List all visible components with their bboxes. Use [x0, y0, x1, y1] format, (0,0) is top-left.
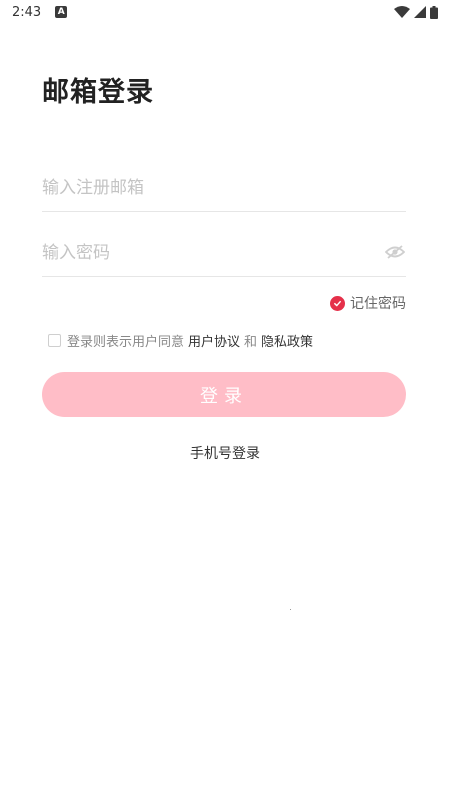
login-button[interactable]: 登录: [42, 372, 406, 417]
password-field-row: [42, 229, 406, 277]
phone-login-link[interactable]: 手机号登录: [190, 446, 260, 462]
signal-icon: [414, 6, 426, 18]
user-agreement-link[interactable]: 用户协议: [188, 331, 240, 350]
check-circle-icon: [330, 295, 345, 311]
wifi-icon: [394, 6, 410, 18]
status-left: 2:43 A: [12, 4, 68, 20]
privacy-policy-link[interactable]: 隐私政策: [261, 331, 313, 350]
status-time: 2:43: [12, 4, 42, 20]
agreement-text: 登录则表示用户同意: [67, 335, 185, 350]
status-right: [394, 5, 438, 19]
notification-icon: A: [55, 6, 68, 18]
battery-icon: [430, 5, 438, 19]
stray-dot: [290, 609, 291, 610]
email-input[interactable]: [42, 177, 406, 198]
page-title: 邮箱登录: [42, 77, 154, 108]
password-input[interactable]: [42, 242, 406, 263]
password-visibility-toggle[interactable]: [384, 241, 406, 263]
agreement-row: 登录则表示用户同意 用户协议 和 隐私政策: [48, 331, 313, 350]
remember-password-label: 记住密码: [350, 296, 406, 312]
phone-login-row: 手机号登录: [0, 443, 450, 463]
agreement-connector: 和: [244, 335, 258, 350]
eye-closed-icon: [385, 245, 405, 259]
remember-password-toggle[interactable]: 记住密码: [330, 293, 406, 313]
agreement-checkbox[interactable]: [48, 334, 61, 347]
status-bar: 2:43 A: [0, 0, 450, 24]
login-screen: 2:43 A 邮箱登录 输入注册邮箱 记住密码 登录则表示用户同意 用户协议 和…: [0, 0, 450, 800]
email-field-row: [42, 164, 406, 212]
